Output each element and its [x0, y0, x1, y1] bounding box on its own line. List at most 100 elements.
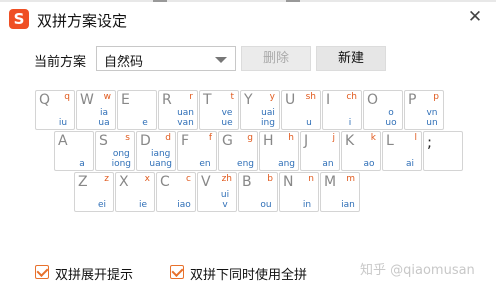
- key-letter: Z: [78, 174, 88, 190]
- key-letter: M: [324, 174, 337, 190]
- key-final: uan: [177, 108, 194, 118]
- fullpinyin-checkbox[interactable]: 双拼下同时使用全拼: [170, 263, 330, 283]
- key-letter: X: [119, 174, 129, 190]
- key-finals: in: [299, 200, 315, 210]
- key-final: e: [142, 118, 148, 128]
- key-initial: f: [208, 133, 212, 143]
- key-letter: P: [408, 92, 417, 108]
- key-final: iang: [150, 149, 171, 159]
- keyboard-layout: Qq iu Ww ia ua Ee Rr uan van Tt ve ue Yy uai ing Ush u Ic…: [0, 0, 496, 289]
- expand-hint-label: 双拼展开提示: [55, 268, 134, 283]
- expand-hint-checkbox[interactable]: 双拼展开提示: [35, 263, 155, 283]
- key-final: iong: [111, 159, 131, 169]
- key-final: i: [348, 118, 352, 128]
- key-finals: ou: [258, 200, 274, 210]
- key-finals: ui v: [217, 190, 233, 210]
- key-initial: m: [346, 174, 355, 184]
- key-e: Ee: [117, 90, 157, 130]
- key-final: un: [426, 118, 438, 128]
- key-initial: g: [247, 133, 253, 143]
- key-m: Mm ian: [320, 172, 360, 212]
- key-finals: iao: [176, 200, 192, 210]
- key-letter: T: [203, 92, 212, 108]
- key-semicolon: ;: [423, 131, 463, 171]
- key-finals: vn un: [424, 108, 440, 128]
- key-letter: W: [80, 92, 94, 108]
- key-letter: L: [386, 133, 394, 149]
- key-letter: H: [263, 133, 274, 149]
- key-finals: u: [301, 118, 317, 128]
- key-i: Ich i: [322, 90, 362, 130]
- key-letter: J: [304, 133, 309, 149]
- key-finals: o uo: [383, 108, 399, 128]
- key-finals: ang: [278, 159, 295, 169]
- key-final: van: [177, 118, 194, 128]
- key-finals: ai: [402, 159, 418, 169]
- key-initial: k: [370, 133, 376, 143]
- key-letter: D: [140, 133, 151, 149]
- key-final: ing: [261, 118, 275, 128]
- key-initial: c: [186, 174, 191, 184]
- key-initial: q: [64, 92, 70, 102]
- key-final: ian: [341, 200, 355, 210]
- key-final: ang: [278, 159, 295, 169]
- key-letter: F: [181, 133, 190, 149]
- key-finals: ia ua: [96, 108, 112, 128]
- key-letter: G: [222, 133, 233, 149]
- key-h: Hh ang: [259, 131, 299, 171]
- key-initial: h: [288, 133, 294, 143]
- key-final: ai: [405, 159, 414, 169]
- key-letter: C: [160, 174, 170, 190]
- key-finals: iang uang: [149, 149, 172, 169]
- key-c: Cc iao: [156, 172, 196, 212]
- key-v: Vzh ui v: [197, 172, 237, 212]
- key-initial: t: [230, 92, 234, 102]
- key-j: Jj an: [300, 131, 340, 171]
- key-final: ong: [112, 149, 130, 159]
- key-finals: i: [342, 118, 358, 128]
- key-a: Aa: [54, 131, 94, 171]
- key-letter: V: [201, 174, 211, 190]
- key-letter: U: [285, 92, 296, 108]
- key-letter: Q: [39, 92, 51, 108]
- key-final: u: [306, 118, 312, 128]
- key-initial: x: [144, 174, 150, 184]
- key-initial: s: [125, 133, 130, 143]
- key-letter: S: [99, 133, 108, 149]
- key-initial: zh: [221, 174, 232, 184]
- key-final: o: [388, 108, 394, 118]
- key-final: ao: [363, 159, 375, 169]
- key-finals: iu: [55, 118, 71, 128]
- key-finals: ei: [94, 200, 110, 210]
- key-f: Ff en: [177, 131, 217, 171]
- key-finals: ong iong: [112, 149, 131, 169]
- key-final: ie: [138, 200, 148, 210]
- key-q: Qq iu: [35, 90, 75, 130]
- key-d: Dd iang uang: [136, 131, 176, 171]
- key-r: Rr uan van: [158, 90, 198, 130]
- key-final: v: [222, 200, 228, 210]
- key-final: ou: [260, 200, 272, 210]
- key-final: in: [302, 200, 312, 210]
- key-final: ua: [98, 118, 110, 128]
- key-final: an: [322, 159, 334, 169]
- key-initial: n: [308, 174, 314, 184]
- key-letter: O: [367, 92, 379, 108]
- key-finals: an: [320, 159, 336, 169]
- key-g: Gg eng: [218, 131, 258, 171]
- key-final: ue: [221, 118, 233, 128]
- key-o: Oo uo: [363, 90, 403, 130]
- key-final: iu: [58, 118, 68, 128]
- key-final: vn: [426, 108, 438, 118]
- key-initial: p: [433, 92, 439, 102]
- key-initial: y: [269, 92, 275, 102]
- key-finals: en: [197, 159, 213, 169]
- key-z: Zz ei: [74, 172, 114, 212]
- key-final: ia: [99, 108, 108, 118]
- key-letter: B: [242, 174, 252, 190]
- key-finals: eng: [237, 159, 254, 169]
- key-initial: d: [165, 133, 171, 143]
- key-initial: j: [332, 133, 335, 143]
- key-s: Ss ong iong: [95, 131, 135, 171]
- key-final: eng: [237, 159, 254, 169]
